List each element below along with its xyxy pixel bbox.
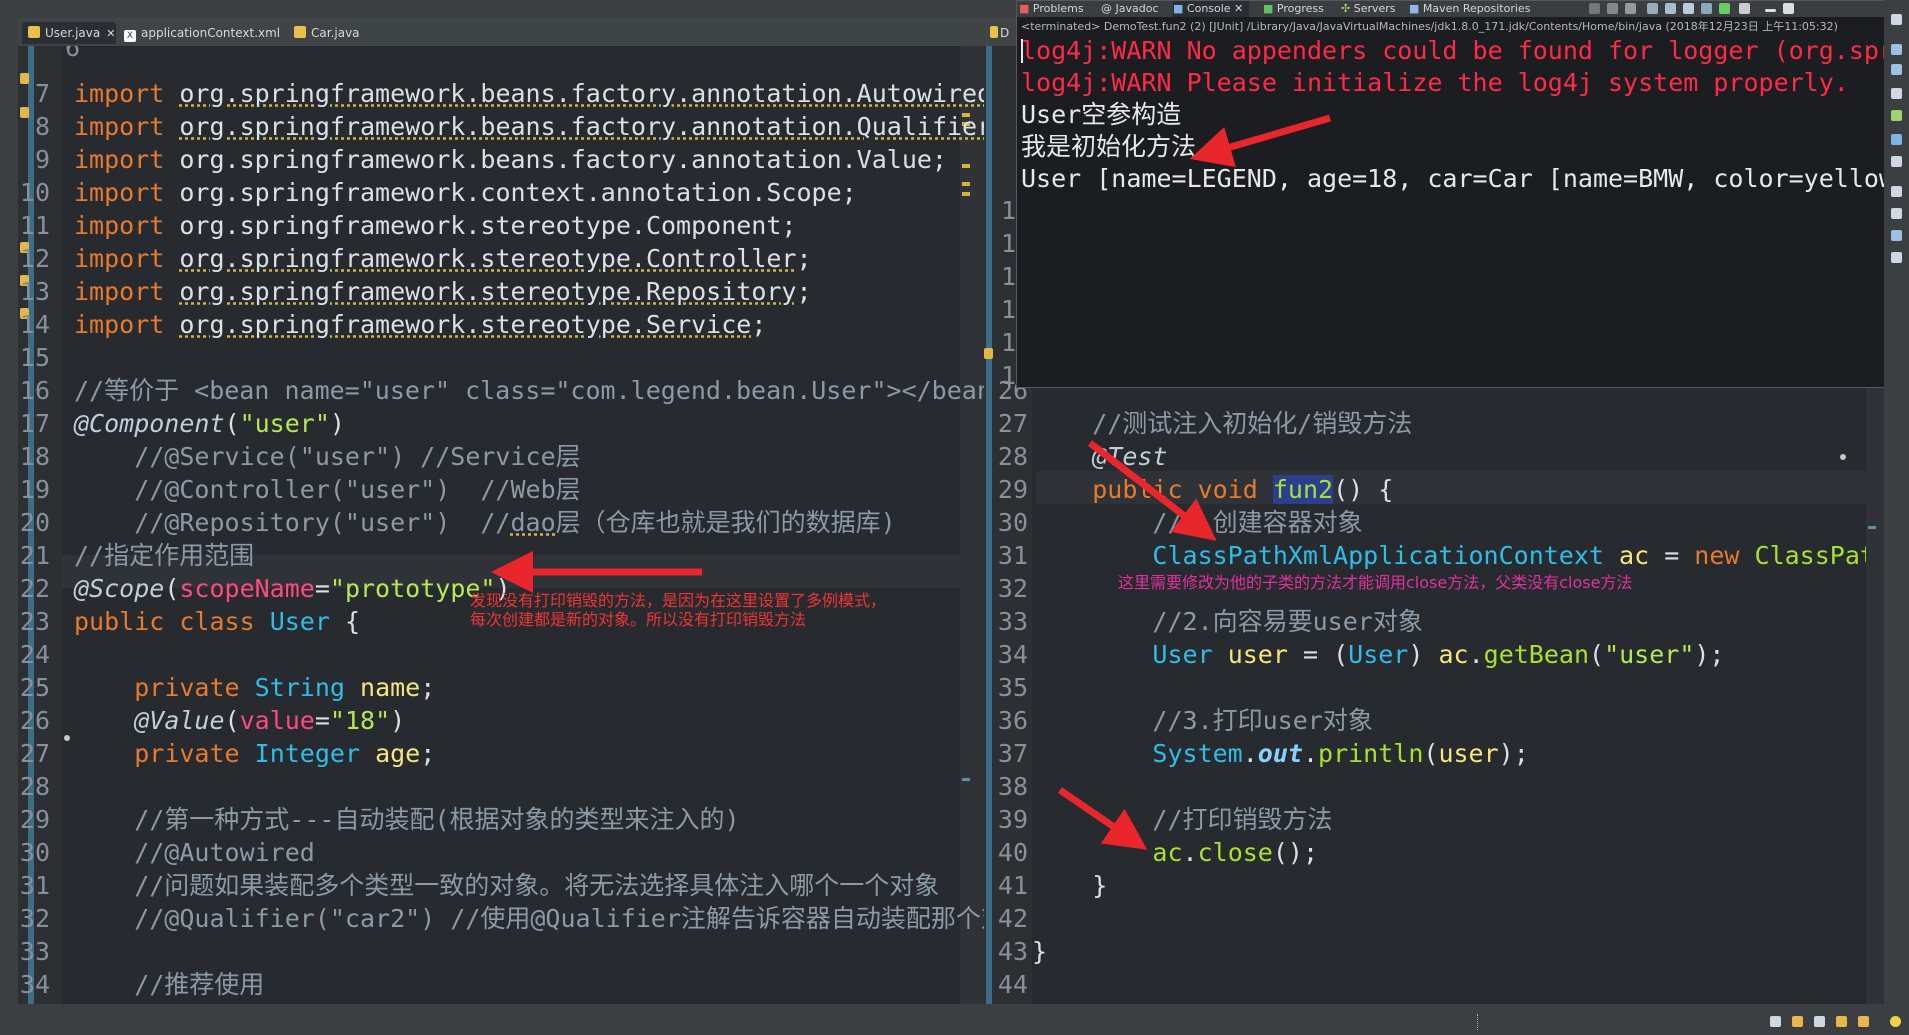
annotation-arrows <box>491 114 1331 850</box>
arrow-icon <box>1189 114 1331 168</box>
arrow-icon <box>1058 787 1148 850</box>
arrow-icon <box>1087 440 1217 541</box>
